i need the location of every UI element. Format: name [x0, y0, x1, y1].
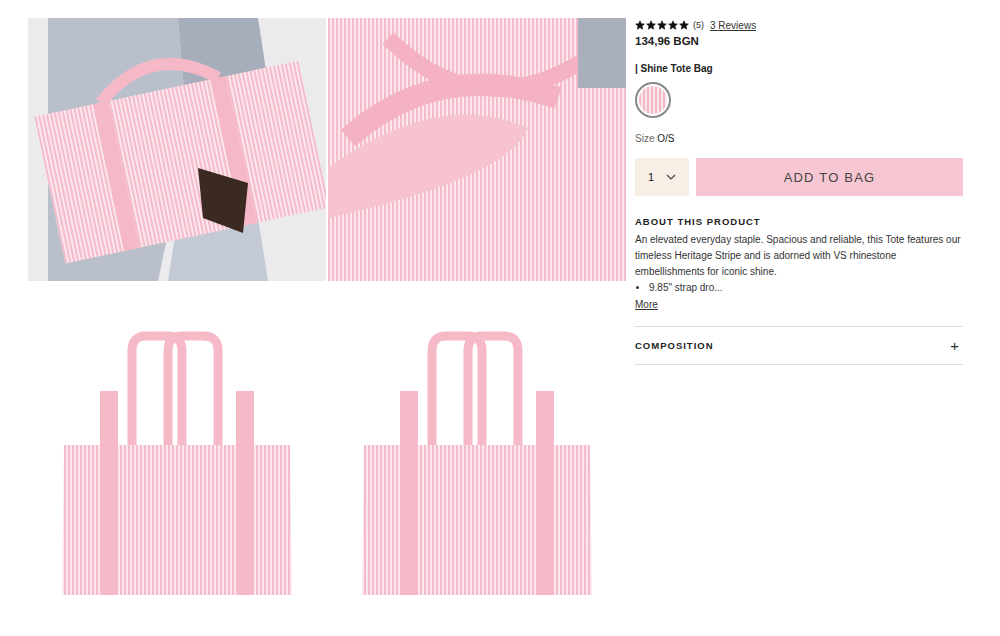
color-swatch[interactable] — [635, 82, 671, 118]
size-value: O/S — [657, 133, 674, 144]
star-icon — [646, 20, 656, 30]
product-description: An elevated everyday staple. Spacious an… — [635, 232, 963, 280]
star-icon — [635, 20, 645, 30]
swatch-fill — [639, 86, 667, 114]
feature-item: 9.85" strap dro... — [649, 280, 963, 296]
accordion[interactable]: COMPOSITION + — [635, 326, 963, 365]
buy-row: 1 ADD TO BAG — [635, 158, 963, 196]
star-icon — [657, 20, 667, 30]
product-photo[interactable] — [28, 18, 326, 281]
quantity-value: 1 — [648, 171, 654, 183]
quantity-select[interactable]: 1 — [635, 158, 689, 196]
star-icon — [668, 20, 678, 30]
expand-icon[interactable]: + — [950, 337, 959, 354]
review-count: (5) — [693, 20, 704, 30]
feature-list: 9.85" strap dro... — [635, 280, 963, 296]
product-photo[interactable] — [328, 281, 626, 616]
accordion-title: COMPOSITION — [635, 340, 714, 351]
star-icon — [679, 20, 689, 30]
product-photo[interactable] — [28, 281, 326, 616]
chevron-down-icon — [666, 174, 676, 180]
rating: (5) 3 Reviews — [635, 18, 963, 32]
product-photo[interactable] — [328, 18, 626, 281]
product-name: | Shine Tote Bag — [635, 63, 963, 74]
size-name: Size — [635, 133, 654, 144]
price: 134,96 BGN — [635, 35, 963, 47]
size-label: Size O/S — [635, 133, 963, 144]
swatch-list — [635, 82, 963, 118]
more-link[interactable]: More — [635, 299, 963, 310]
add-to-bag-button[interactable]: ADD TO BAG — [696, 158, 963, 196]
reviews-link[interactable]: 3 Reviews — [710, 20, 756, 31]
star-rating — [635, 20, 689, 30]
about-heading: ABOUT THIS PRODUCT — [635, 216, 963, 227]
